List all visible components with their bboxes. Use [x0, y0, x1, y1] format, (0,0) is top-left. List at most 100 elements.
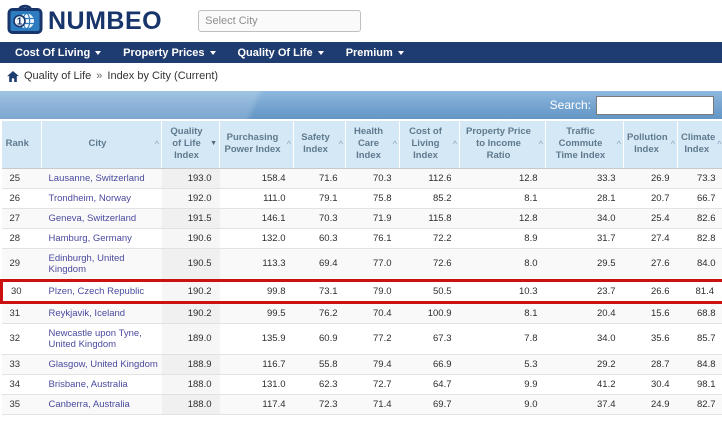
column-header-safety-index[interactable]: Safety Index^: [294, 121, 346, 168]
value-cell: 190.2: [162, 302, 220, 323]
value-cell: 72.7: [346, 374, 400, 394]
nav-item-premium[interactable]: Premium: [341, 47, 409, 59]
nav-item-property-prices[interactable]: Property Prices: [118, 47, 220, 59]
value-cell: 29.5: [546, 248, 624, 280]
rank-cell: 31: [2, 302, 42, 323]
city-cell: Brisbane, Australia: [42, 374, 162, 394]
table-row: 27Geneva, Switzerland191.5146.170.371.91…: [2, 208, 722, 228]
value-cell: 68.8: [678, 302, 722, 323]
value-cell: 67.3: [400, 323, 460, 354]
city-cell: Plzen, Czech Republic: [42, 280, 162, 302]
city-cell: Reykjavik, Iceland: [42, 302, 162, 323]
rank-cell: 34: [2, 374, 42, 394]
value-cell: 70.3: [346, 168, 400, 188]
column-header-cost-of-living-index[interactable]: Cost of Living Index^: [400, 121, 460, 168]
column-header-health-care-index[interactable]: Health Care Index^: [346, 121, 400, 168]
sort-asc-icon: ^: [339, 138, 343, 150]
value-cell: 79.0: [346, 280, 400, 302]
value-cell: 132.0: [220, 228, 294, 248]
top-brand-bar: 1 NUMBEO: [0, 0, 722, 42]
sort-asc-icon: ^: [287, 138, 291, 150]
value-cell: 12.8: [460, 208, 546, 228]
value-cell: 25.4: [624, 208, 678, 228]
column-header-city[interactable]: City ^: [42, 121, 162, 168]
value-cell: 34.0: [546, 323, 624, 354]
sort-asc-icon: ^: [717, 138, 721, 150]
sort-desc-icon: ▼: [210, 138, 217, 150]
value-cell: 111.0: [220, 188, 294, 208]
table-row: 28Hamburg, Germany190.6132.060.376.172.2…: [2, 228, 722, 248]
column-header-property-price-to-income-ratio[interactable]: Property Price to Income Ratio^: [460, 121, 546, 168]
value-cell: 79.1: [294, 188, 346, 208]
column-header-label: City: [89, 138, 107, 149]
value-cell: 31.7: [546, 228, 624, 248]
nav-item-label: Property Prices: [123, 47, 204, 59]
value-cell: 188.0: [162, 374, 220, 394]
table-row: 31Reykjavik, Iceland190.299.576.270.4100…: [2, 302, 722, 323]
city-link[interactable]: Reykjavik, Iceland: [49, 308, 126, 319]
value-cell: 99.8: [220, 280, 294, 302]
city-link[interactable]: Lausanne, Switzerland: [49, 173, 145, 184]
column-header-traffic-commute-time-index[interactable]: Traffic Commute Time Index^: [546, 121, 624, 168]
column-header-label: Traffic Commute Time Index: [556, 126, 605, 161]
city-link[interactable]: Edinburgh, United Kingdom: [49, 253, 125, 275]
value-cell: 188.9: [162, 354, 220, 374]
column-header-purchasing-power-index[interactable]: Purchasing Power Index ^: [220, 121, 294, 168]
table-search-input[interactable]: [596, 96, 714, 115]
numbeo-logo[interactable]: 1 NUMBEO: [7, 3, 162, 40]
breadcrumb: Quality of Life»Index by City (Current): [0, 63, 722, 89]
value-cell: 70.4: [346, 302, 400, 323]
breadcrumb-items: Quality of Life»Index by City (Current): [24, 70, 218, 82]
column-header-pollution-index[interactable]: Pollution Index^: [624, 121, 678, 168]
column-header-label: Pollution Index: [627, 132, 668, 155]
table-row: 34Brisbane, Australia188.0131.062.372.76…: [2, 374, 722, 394]
column-header-label: Property Price to Income Ratio: [466, 126, 531, 161]
city-cell: Glasgow, United Kingdom: [42, 354, 162, 374]
value-cell: 135.9: [220, 323, 294, 354]
value-cell: 55.8: [294, 354, 346, 374]
value-cell: 20.4: [546, 302, 624, 323]
value-cell: 76.1: [346, 228, 400, 248]
city-link[interactable]: Newcastle upon Tyne, United Kingdom: [49, 328, 142, 350]
city-link[interactable]: Canberra, Australia: [49, 399, 130, 410]
column-header-label: Climate Index: [681, 132, 715, 155]
city-link[interactable]: Trondheim, Norway: [49, 193, 132, 204]
value-cell: 190.2: [162, 280, 220, 302]
breadcrumb-item-index-by-city-current: Index by City (Current): [107, 70, 218, 82]
select-city-input[interactable]: [198, 10, 361, 32]
city-link[interactable]: Plzen, Czech Republic: [49, 286, 145, 297]
city-link[interactable]: Glasgow, United Kingdom: [49, 359, 158, 370]
value-cell: 9.0: [460, 394, 546, 414]
value-cell: 75.8: [346, 188, 400, 208]
city-cell: Lausanne, Switzerland: [42, 168, 162, 188]
breadcrumb-item-quality-of-life[interactable]: Quality of Life: [24, 70, 91, 82]
nav-item-cost-of-living[interactable]: Cost Of Living: [10, 47, 106, 59]
table-row: 35Canberra, Australia188.0117.472.371.46…: [2, 394, 722, 414]
city-link[interactable]: Brisbane, Australia: [49, 379, 128, 390]
value-cell: 99.5: [220, 302, 294, 323]
nav-item-quality-of-life[interactable]: Quality Of Life: [233, 47, 329, 59]
column-header-climate-index[interactable]: Climate Index^: [678, 121, 722, 168]
sort-asc-icon: ^: [155, 138, 159, 150]
rank-cell: 32: [2, 323, 42, 354]
column-header-label: Quality of Life Index: [170, 126, 202, 161]
rank-cell: 30: [2, 280, 42, 302]
svg-text:1: 1: [17, 16, 23, 27]
value-cell: 146.1: [220, 208, 294, 228]
column-header-rank: Rank: [2, 121, 42, 168]
value-cell: 72.3: [294, 394, 346, 414]
value-cell: 70.3: [294, 208, 346, 228]
sort-asc-icon: ^: [671, 138, 675, 150]
value-cell: 84.8: [678, 354, 722, 374]
value-cell: 73.1: [294, 280, 346, 302]
rank-cell: 35: [2, 394, 42, 414]
chevron-down-icon: [318, 51, 324, 55]
value-cell: 69.4: [294, 248, 346, 280]
value-cell: 81.4: [678, 280, 722, 302]
column-header-label: Purchasing Power Index: [225, 132, 281, 155]
table-row: 25Lausanne, Switzerland193.0158.471.670.…: [2, 168, 722, 188]
city-link[interactable]: Geneva, Switzerland: [49, 213, 137, 224]
city-link[interactable]: Hamburg, Germany: [49, 233, 132, 244]
home-icon[interactable]: [7, 71, 19, 82]
column-header-quality-of-life-index[interactable]: Quality of Life Index ▼: [162, 121, 220, 168]
